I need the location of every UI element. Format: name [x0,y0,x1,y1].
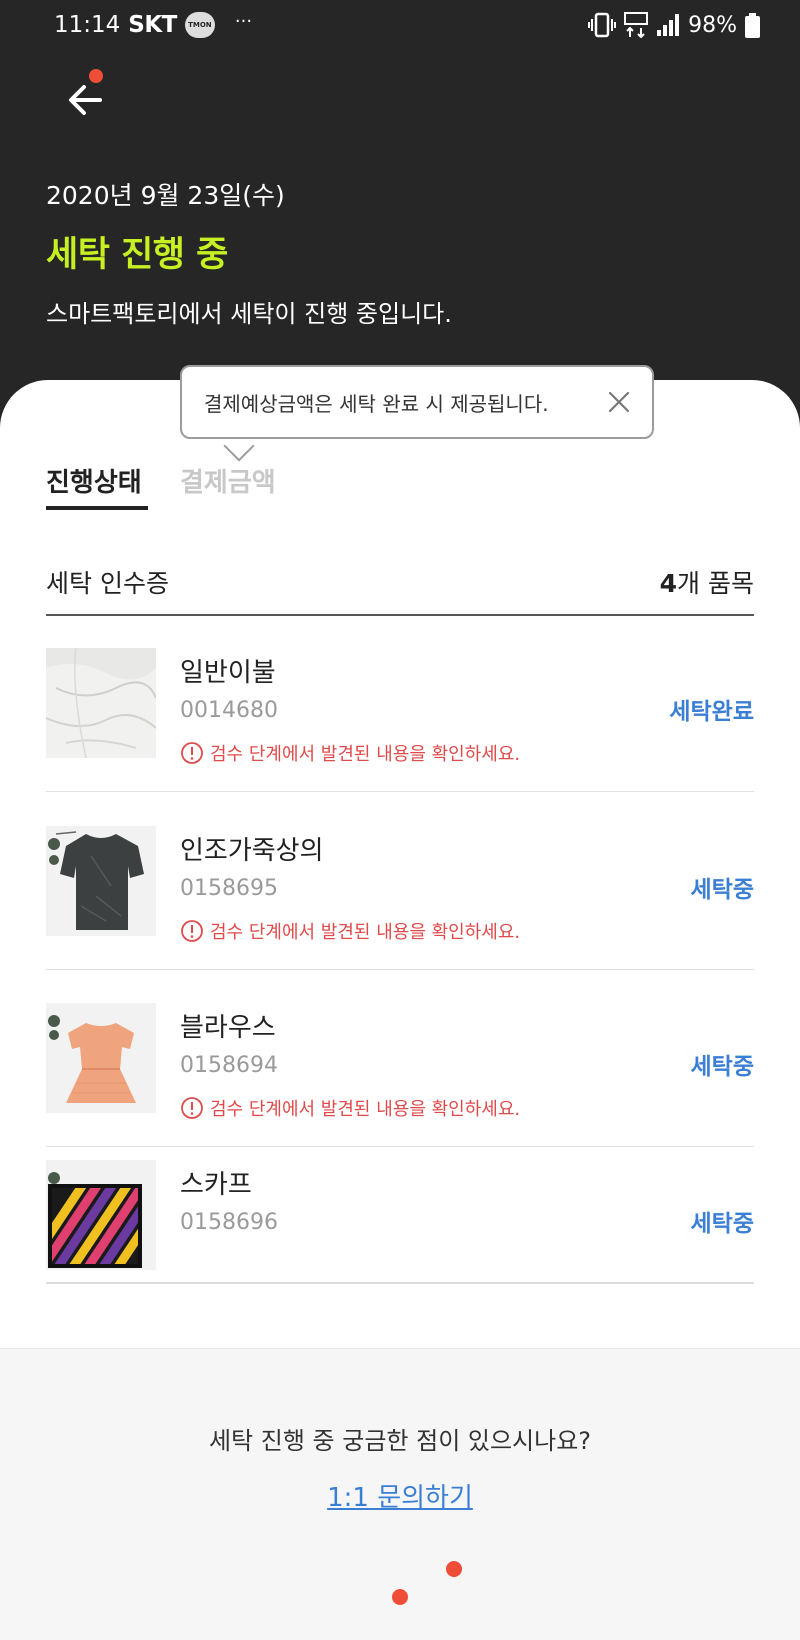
inspection-warning[interactable]: 검수 단계에서 발견된 내용을 확인하세요. [180,918,520,944]
inquiry-footer: 세탁 진행 중 궁금한 점이 있으시나요? 1:1 문의하기 [0,1348,800,1640]
warning-text: 검수 단계에서 발견된 내용을 확인하세요. [210,1099,521,1120]
item-divider [46,1146,754,1147]
item-thumbnail [46,1160,156,1270]
item-thumbnail [46,1003,156,1113]
receipt-title: 세탁 인수증 [46,569,169,598]
footer-question: 세탁 진행 중 궁금한 점이 있으시나요? [208,1427,592,1455]
item-thumbnail [46,648,156,758]
tab-payment-amount[interactable]: 결제금액 [180,462,276,499]
status-carrier: SKT [128,12,177,38]
status-time: 11:14 [54,12,121,38]
header-date: 2020년 9월 23일(수) [46,181,285,210]
blanket-image [46,648,156,758]
item-thumbnail [46,826,156,936]
active-tab-indicator [46,506,148,510]
red-dot [392,1589,408,1605]
vibrate-icon [588,12,617,38]
item-name: 인조가죽상의 [180,836,324,866]
scarf-image [46,1160,156,1270]
receipt-item-count: 4개 품목 [660,564,754,600]
header-description: 스마트팩토리에서 세탁이 진행 중입니다. [46,300,452,328]
list-item[interactable]: 블라우스 0158694 검수 단계에서 발견된 내용을 확인하세요. 세탁중 [46,1003,754,1147]
inspection-warning[interactable]: 검수 단계에서 발견된 내용을 확인하세요. [180,1095,520,1121]
receipt-divider [46,614,754,616]
list-item[interactable]: 인조가죽상의 0158695 검수 단계에서 발견된 내용을 확인하세요. 세탁… [46,826,754,970]
warning-text: 검수 단계에서 발견된 내용을 확인하세요. [210,922,521,943]
item-code: 0158694 [180,1053,278,1078]
alert-circle-icon [181,920,203,942]
tooltip-text: 결제예상금액은 세탁 완료 시 제공됩니다. [204,391,549,416]
status-bar: 11:14 SKT TMON ··· 98% [0,0,800,52]
signal-icon [657,14,680,36]
item-code: 0158696 [180,1210,278,1235]
item-name: 일반이불 [180,658,276,688]
item-code: 0158695 [180,876,278,901]
page-title: 세탁 진행 중 [46,235,228,275]
status-more-dots: ··· [234,10,253,32]
tab-progress-status[interactable]: 진행상태 [46,462,142,499]
item-count-number: 4 [659,569,678,598]
status-right: 98% [588,12,760,38]
alert-circle-icon [181,742,203,764]
item-status: 세탁중 [690,877,754,903]
item-count-suffix: 개 품목 [677,569,754,598]
blouse-image [46,1003,156,1113]
warning-text: 검수 단계에서 발견된 내용을 확인하세요. [210,744,521,765]
item-code: 0014680 [180,698,278,723]
inspection-warning[interactable]: 검수 단계에서 발견된 내용을 확인하세요. [180,740,520,766]
item-status: 세탁완료 [669,699,754,725]
lte-icon [624,12,649,38]
status-left: 11:14 SKT TMON ··· [54,10,253,38]
tooltip-close-button[interactable] [606,389,632,415]
red-dot [446,1561,462,1577]
list-item[interactable]: 스카프 0158696 세탁중 [46,1160,754,1284]
close-icon [608,391,630,413]
arrow-left-icon [69,85,102,115]
notification-dot [89,69,103,83]
item-divider [46,1282,754,1284]
one-on-one-inquiry-link[interactable]: 1:1 문의하기 [0,1477,800,1514]
item-status: 세탁중 [690,1211,754,1237]
alert-circle-icon [181,1097,203,1119]
tmon-badge-icon: TMON [184,12,215,38]
back-button[interactable] [60,74,112,126]
item-status: 세탁중 [690,1054,754,1080]
battery-percent: 98% [688,12,737,38]
list-item[interactable]: 일반이불 0014680 검수 단계에서 발견된 내용을 확인하세요. 세탁완료 [46,648,754,792]
payment-tooltip: 결제예상금액은 세탁 완료 시 제공됩니다. [180,365,654,439]
item-divider [46,969,754,970]
item-name: 블라우스 [180,1013,276,1043]
item-name: 스카프 [180,1170,252,1200]
battery-icon [745,12,760,38]
leather-top-image [46,826,156,936]
item-divider [46,791,754,792]
